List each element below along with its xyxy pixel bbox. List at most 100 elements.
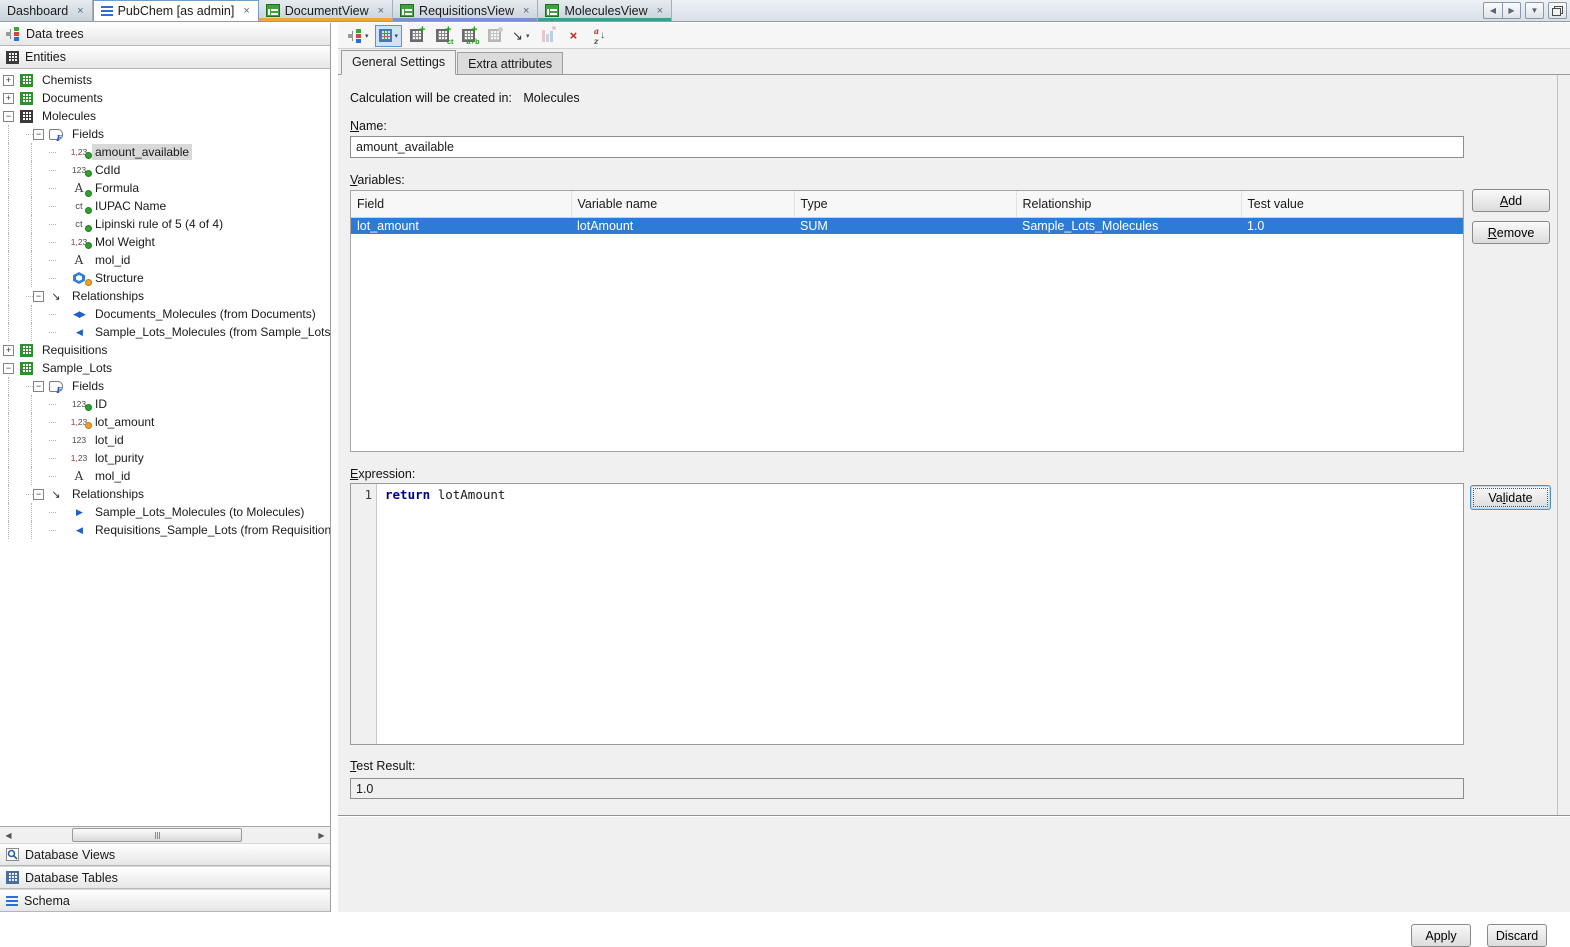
tree-item-chemists[interactable]: +Chemists [0,71,330,89]
collapse-icon[interactable]: − [33,489,44,500]
tree-item-mol-id[interactable]: Amol_id [0,467,330,485]
chemical-term-field-icon: ct [75,219,82,230]
tree-item-relationships[interactable]: −↘Relationships [0,485,330,503]
fields-folder-icon [47,381,65,392]
tree-item-documents[interactable]: +Documents [0,89,330,107]
window-tab-dashboard[interactable]: Dashboard× [0,0,93,21]
collapse-icon[interactable]: − [33,381,44,392]
tree-item-amount-available[interactable]: 1,23amount_available [0,143,330,161]
tree-item-label: Molecules [39,108,99,124]
tree-item-mol-id[interactable]: Amol_id [0,251,330,269]
column-header-relationship[interactable]: Relationship [1016,191,1241,217]
dropdown-caret-icon[interactable]: ▾ [365,32,369,40]
expression-code[interactable]: return lotAmount [385,487,505,502]
tree-item-fields[interactable]: −Fields [0,125,330,143]
add-entity-icon: + [410,29,423,42]
tree-item-lot-amount[interactable]: 1,23lot_amount [0,413,330,431]
code-token: lotAmount [438,487,506,502]
entity-icon [17,74,35,87]
collapse-icon[interactable]: − [3,363,14,374]
sort-button[interactable]: az↓ [587,25,611,47]
tree-item-requisitions[interactable]: +Requisitions [0,341,330,359]
tree-item-mol-weight[interactable]: 1,23Mol Weight [0,233,330,251]
expand-icon[interactable]: + [3,75,14,86]
tree-item-sample-lots-molecules-to-molecules[interactable]: ▶Sample_Lots_Molecules (to Molecules) [0,503,330,521]
add-variable-button[interactable]: Add [1472,189,1550,212]
tree-item-cdid[interactable]: 123CdId [0,161,330,179]
column-header-variable-name[interactable]: Variable name [571,191,794,217]
structure-field-icon [73,272,85,284]
tree-item-documents-molecules-from-documents[interactable]: ◀▶Documents_Molecules (from Documents) [0,305,330,323]
tab-extra-attributes[interactable]: Extra attributes [457,52,563,74]
tree-item-iupac-name[interactable]: ctIUPAC Name [0,197,330,215]
table-row[interactable]: lot_amountlotAmountSUMSample_Lots_Molecu… [351,217,1463,234]
tree-item-molecules[interactable]: − Molecules [0,107,330,125]
dropdown-caret-icon[interactable]: ▾ [526,32,530,40]
tab-close-icon[interactable]: × [76,5,84,17]
discard-button[interactable]: Discard [1487,924,1547,947]
tree-item-lot-id[interactable]: 123lot_id [0,431,330,449]
grid-view-icon [266,4,280,17]
column-header-type[interactable]: Type [794,191,1016,217]
grid-view-selector[interactable]: ▾ [375,25,403,47]
database-views-panel-header[interactable]: Database Views [0,843,330,866]
tree-item-fields[interactable]: −Fields [0,377,330,395]
tree-item-label: Sample_Lots_Molecules (from Sample_Lots) [92,324,330,340]
scroll-tabs-left-button[interactable]: ◀ [1483,2,1502,19]
data-tree-selector[interactable]: ▾ [344,25,373,47]
window-tab-documentview[interactable]: DocumentView× [259,0,393,21]
tree-item-relationships[interactable]: −↘Relationships [0,287,330,305]
tree-item-formula[interactable]: AFormula [0,179,330,197]
tab-close-icon[interactable]: × [656,5,664,17]
variables-table[interactable]: FieldVariable nameTypeRelationshipTest v… [350,190,1464,452]
database-tables-panel-header[interactable]: Database Tables [0,866,330,889]
tree-item-sample-lots-molecules-from-sample-lots[interactable]: ◀Sample_Lots_Molecules (from Sample_Lots… [0,323,330,341]
window-tab-moleculesview[interactable]: MoleculesView× [538,0,672,21]
new-calculated-field-button[interactable]: +ct [430,25,454,47]
expression-editor[interactable]: 1 return lotAmount [350,483,1464,745]
tree-horizontal-scrollbar[interactable]: ◀ ▶ [0,826,330,843]
tab-label: PubChem [as admin] [118,4,235,18]
restore-window-button[interactable] [1548,2,1567,19]
dropdown-caret-icon[interactable]: ▾ [395,32,399,40]
scrollbar-track[interactable] [17,827,313,843]
tab-close-icon[interactable]: × [522,5,530,17]
tree-item-requisitions-sample-lots-from-requisitions[interactable]: ◀Requisitions_Sample_Lots (from Requisit… [0,521,330,539]
apply-button[interactable]: Apply [1411,924,1471,947]
data-trees-panel-header[interactable]: Data trees [0,23,330,46]
entity-icon [20,110,33,123]
tree-item-lipinski-rule-of-5-4-of-4[interactable]: ctLipinski rule of 5 (4 of 4) [0,215,330,233]
text-field-icon: A [75,469,84,483]
new-entity-button[interactable]: + [404,25,428,47]
tab-close-icon[interactable]: × [242,5,250,17]
entities-tree: +Chemists+Documents−Molecules−Fields1,23… [0,69,330,826]
delete-button[interactable]: × [561,25,585,47]
new-field-button[interactable]: +a+b [456,25,480,47]
validate-button[interactable]: Validate [1470,485,1551,510]
column-header-test-value[interactable]: Test value [1241,191,1463,217]
scroll-tabs-right-button[interactable]: ▶ [1502,2,1521,19]
scrollbar-left-arrow[interactable]: ◀ [0,827,17,843]
column-header-field[interactable]: Field [351,191,571,217]
collapse-icon[interactable]: − [33,129,44,140]
new-relationship-button[interactable]: ↘▾ [508,25,533,47]
entities-section-header[interactable]: Entities [0,46,330,69]
name-input[interactable]: amount_available [350,136,1464,158]
tree-item-id[interactable]: 123ID [0,395,330,413]
expand-icon[interactable]: + [3,345,14,356]
collapse-icon[interactable]: − [33,291,44,302]
remove-variable-button[interactable]: Remove [1472,221,1550,244]
tree-item-lot-purity[interactable]: 1,23lot_purity [0,449,330,467]
tab-close-icon[interactable]: × [377,5,385,17]
expand-icon[interactable]: + [3,93,14,104]
scrollbar-right-arrow[interactable]: ▶ [313,827,330,843]
scrollbar-thumb[interactable] [72,828,242,842]
schema-panel-header[interactable]: Schema [0,889,330,912]
tab-list-dropdown-button[interactable]: ▼ [1525,2,1544,19]
window-tab-requisitionsview[interactable]: RequisitionsView× [393,0,538,21]
window-tab-pubchem-as-admin[interactable]: PubChem [as admin] × [93,0,259,21]
tab-general-settings[interactable]: General Settings [341,50,456,75]
tree-item-sample-lots[interactable]: −Sample_Lots [0,359,330,377]
collapse-icon[interactable]: − [3,111,14,122]
tree-item-structure[interactable]: Structure [0,269,330,287]
